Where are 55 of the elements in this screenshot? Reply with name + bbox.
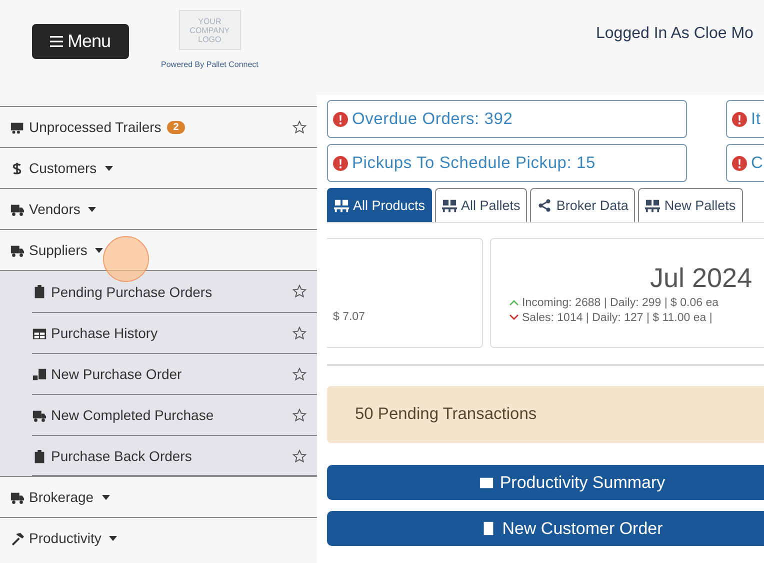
caret-icon	[95, 248, 104, 252]
card-title: Jul 2024	[650, 262, 752, 294]
alert-box[interactable]: Pickups To Schedule Pickup: 15	[327, 144, 687, 182]
logged-in-user: Logged In As Cloe Mo	[596, 25, 754, 43]
tab[interactable]: All Pallets	[435, 188, 528, 222]
pallet-icon	[334, 198, 349, 213]
company-logo: YOUR COMPANY LOGO	[178, 10, 241, 50]
tab[interactable]: New Pallets	[638, 188, 743, 222]
stat-text: Incoming: 2688 | Daily: 299 | $ 0.06 ea	[522, 296, 718, 308]
action-button[interactable]: Productivity Summary	[327, 465, 764, 500]
sidebar-item[interactable]: Productivity	[0, 517, 317, 558]
alert-box[interactable]: C	[726, 144, 764, 182]
alert-icon	[732, 156, 747, 170]
chevron-down-icon	[509, 314, 519, 321]
menu-button[interactable]: Menu	[32, 24, 129, 59]
pallet-icon	[645, 198, 660, 213]
caret-icon	[109, 536, 118, 540]
submenu-item[interactable]: New Purchase Order	[32, 353, 317, 394]
sidebar-item[interactable]: Brokerage	[0, 476, 317, 517]
action-button[interactable]: New Customer Order	[327, 511, 764, 546]
stat-text: $ 7.07	[333, 310, 365, 322]
submenu-item[interactable]: Purchase History	[32, 312, 317, 353]
chevron-up-icon	[509, 299, 519, 306]
alert-icon	[732, 112, 747, 126]
stat-text: Sales: 1014 | Daily: 127 | $ 11.00 ea |	[522, 312, 712, 324]
star-icon[interactable]	[292, 326, 307, 340]
pallet-icon	[442, 198, 458, 213]
count-badge: 2	[167, 120, 185, 134]
alert-box[interactable]: It	[726, 100, 764, 138]
tab[interactable]: Broker Data	[530, 188, 636, 222]
menu-icon	[50, 35, 64, 48]
hammer-icon	[10, 530, 25, 546]
sidebar-item[interactable]: Unprocessed Trailers 2	[0, 106, 317, 147]
sidebar-item[interactable]: Customers	[0, 147, 317, 188]
submenu-item[interactable]: New Completed Purchase	[32, 394, 317, 435]
caret-icon	[104, 166, 113, 170]
submenu-item[interactable]: Pending Purchase Orders	[32, 271, 317, 312]
caret-icon	[88, 206, 96, 212]
star-icon[interactable]	[292, 284, 307, 299]
star-icon[interactable]	[292, 448, 307, 464]
sidebar-item[interactable]: Vendors	[0, 188, 317, 229]
star-icon[interactable]	[292, 120, 307, 134]
submenu-item[interactable]: Purchase Back Orders	[32, 435, 317, 476]
powered-by-text: Powered By Pallet Connect	[161, 60, 258, 69]
tab[interactable]: All Products	[327, 188, 432, 222]
share-icon	[537, 198, 552, 213]
alert-box[interactable]: Overdue Orders: 392	[327, 100, 687, 138]
caret-icon	[102, 494, 110, 500]
star-icon[interactable]	[292, 408, 307, 422]
alert-icon	[333, 156, 348, 170]
alert-icon	[333, 112, 348, 126]
star-icon[interactable]	[292, 366, 307, 382]
clipboard-icon	[32, 284, 47, 299]
clipboard-icon	[32, 448, 47, 464]
pending-transactions-banner[interactable]: 50 Pending Transactions	[327, 386, 764, 443]
